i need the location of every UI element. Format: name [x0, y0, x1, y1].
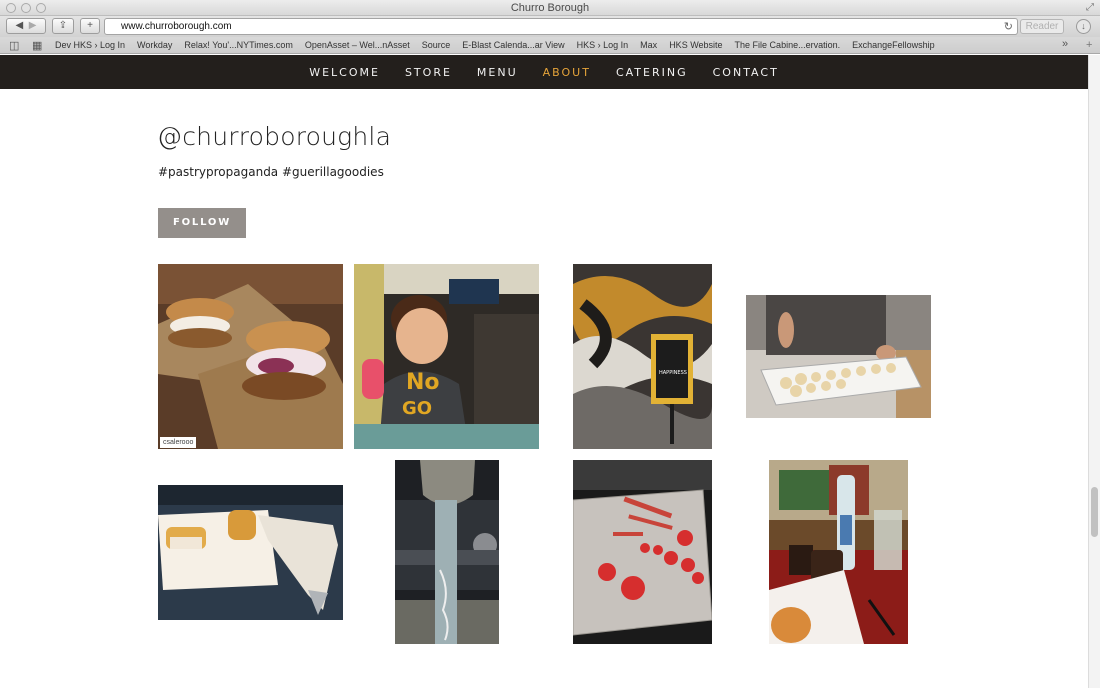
url-text: www.churroborough.com — [121, 21, 232, 32]
add-tab-icon[interactable]: + — [1086, 39, 1092, 51]
more-bookmarks-icon[interactable]: » — [1062, 38, 1068, 50]
bookmark-item[interactable]: HKS › Log In — [577, 40, 629, 50]
top-sites-grid-icon[interactable]: ▦ — [32, 39, 42, 52]
nav-contact[interactable]: CONTACT — [713, 66, 779, 79]
bookmark-item[interactable]: Source — [422, 40, 451, 50]
bookmark-item[interactable]: Relax! You'...NYTimes.com — [184, 40, 292, 50]
bookmark-list: Dev HKS › Log In Workday Relax! You'...N… — [55, 40, 947, 50]
nav-catering[interactable]: CATERING — [616, 66, 688, 79]
share-button[interactable]: ⇪ — [52, 18, 74, 34]
bookmark-item[interactable]: OpenAsset – Wel...nAsset — [305, 40, 410, 50]
share-icon: ⇪ — [58, 20, 68, 31]
back-forward-buttons[interactable]: ◀ ▶ — [6, 18, 46, 34]
nav-store[interactable]: STORE — [405, 66, 452, 79]
follow-button[interactable]: FOLLOW — [158, 208, 246, 238]
site-nav: WELCOME STORE MENU ABOUT CATERING CONTAC… — [0, 55, 1088, 89]
scrollbar-thumb[interactable] — [1091, 487, 1098, 537]
nav-about[interactable]: ABOUT — [543, 66, 591, 79]
plus-icon: + — [87, 20, 93, 31]
instagram-photo[interactable]: HAPPINESS — [573, 264, 712, 449]
downloads-icon[interactable]: ↓ — [1076, 19, 1091, 34]
instagram-photo[interactable] — [573, 460, 712, 644]
address-bar[interactable]: www.churroborough.com ↻ — [104, 18, 1018, 35]
bookmark-item[interactable]: E-Blast Calenda...ar View — [462, 40, 564, 50]
page-scrollbar[interactable] — [1088, 55, 1100, 688]
photo-credit: csalerooo — [160, 437, 197, 448]
instagram-photo[interactable]: No GO — [354, 264, 539, 449]
instagram-photo[interactable]: csalerooo — [158, 264, 343, 449]
instagram-photo[interactable] — [395, 460, 499, 644]
reader-button[interactable]: Reader — [1020, 19, 1064, 34]
nav-menu[interactable]: MENU — [477, 66, 518, 79]
window-title: Churro Borough — [510, 2, 590, 14]
forward-arrow-icon[interactable]: ▶ — [29, 20, 37, 31]
svg-text:No: No — [406, 370, 440, 395]
instagram-photo[interactable] — [746, 295, 931, 418]
browser-toolbar: ◀ ▶ ⇪ + www.churroborough.com ↻ Reader ↓ — [0, 16, 1100, 37]
new-tab-button[interactable]: + — [80, 18, 100, 34]
bookmark-item[interactable]: ExchangeFellowship — [852, 40, 935, 50]
bookmarks-bar: ◫ ▦ Dev HKS › Log In Workday Relax! You'… — [0, 37, 1100, 54]
reload-icon[interactable]: ↻ — [1004, 20, 1013, 33]
nav-welcome[interactable]: WELCOME — [309, 66, 380, 79]
svg-text:HAPPINESS: HAPPINESS — [659, 370, 687, 376]
bookmark-item[interactable]: Dev HKS › Log In — [55, 40, 125, 50]
bookmark-item[interactable]: Max — [640, 40, 657, 50]
bookmark-item[interactable]: Workday — [137, 40, 172, 50]
reading-list-icon[interactable]: ◫ — [9, 39, 19, 52]
bookmark-item[interactable]: The File Cabine...ervation. — [735, 40, 841, 50]
hashtags: #pastrypropaganda #guerillagoodies — [158, 165, 384, 179]
instagram-handle: @churroboroughla — [157, 122, 392, 151]
instagram-photo[interactable] — [158, 485, 343, 620]
svg-text:GO: GO — [402, 398, 432, 419]
instagram-photo[interactable] — [769, 460, 908, 644]
back-arrow-icon[interactable]: ◀ — [16, 20, 24, 31]
window-titlebar: Churro Borough ⤢ — [0, 0, 1100, 16]
fullscreen-icon[interactable]: ⤢ — [1086, 2, 1094, 13]
bookmark-item[interactable]: HKS Website — [669, 40, 722, 50]
